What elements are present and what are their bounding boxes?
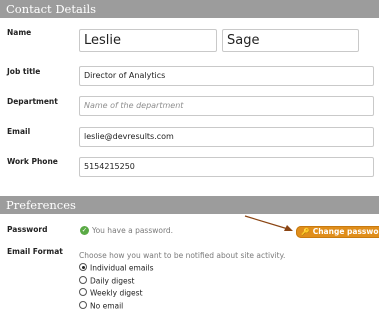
job-title-input[interactable]: Director of Analytics (79, 66, 374, 86)
contact-details-header: Contact Details (0, 0, 379, 18)
radio-individual-emails[interactable]: Individual emails (79, 263, 154, 273)
first-name-input[interactable]: Leslie (79, 29, 217, 52)
key-icon: 🔑 (301, 228, 310, 236)
password-status: You have a password. (92, 226, 174, 235)
department-input[interactable]: Name of the department (79, 96, 374, 116)
name-label: Name (7, 28, 32, 37)
radio-weekly-digest[interactable]: Weekly digest (79, 288, 143, 298)
password-label: Password (7, 225, 48, 234)
last-name-input[interactable]: Sage (222, 29, 359, 52)
work-phone-label: Work Phone (7, 157, 58, 166)
contact-details-title: Contact Details (6, 2, 97, 16)
work-phone-input[interactable]: 5154215250 (79, 157, 374, 177)
email-input[interactable]: leslie@devresults.com (79, 127, 374, 147)
preferences-title: Preferences (6, 198, 76, 212)
radio-no-email[interactable]: No email (79, 301, 123, 311)
radio-daily-digest[interactable]: Daily digest (79, 276, 134, 286)
email-format-description: Choose how you want to be notified about… (79, 251, 286, 260)
radio-button[interactable] (79, 288, 87, 296)
preferences-header: Preferences (0, 196, 379, 214)
radio-button[interactable] (79, 301, 87, 309)
radio-label: No email (90, 301, 124, 311)
email-label: Email (7, 127, 31, 136)
radio-button-selected[interactable] (79, 263, 87, 271)
check-icon: ✓ (80, 226, 89, 235)
email-format-label: Email Format (7, 247, 63, 256)
arrow-icon (244, 215, 293, 231)
radio-label: Weekly digest (90, 288, 143, 298)
department-label: Department (7, 97, 58, 106)
radio-label: Daily digest (90, 276, 135, 286)
change-password-label: Change password (312, 227, 379, 236)
job-title-label: Job title (7, 67, 41, 76)
radio-button[interactable] (79, 276, 87, 284)
radio-label: Individual emails (90, 263, 154, 273)
change-password-button[interactable]: 🔑Change password (296, 226, 379, 238)
